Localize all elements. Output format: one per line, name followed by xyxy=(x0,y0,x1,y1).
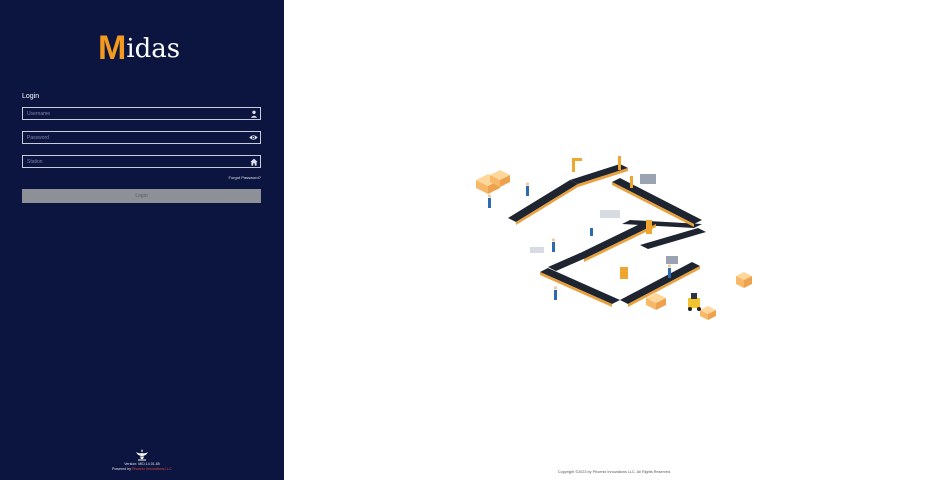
home-icon xyxy=(248,156,259,167)
forgot-password-link[interactable]: Forgot Password? xyxy=(200,175,261,180)
logo-initial: M xyxy=(98,29,126,67)
left-footer: Version: MID.14.01.85 Powered by Phoenix… xyxy=(0,448,284,472)
station-input[interactable] xyxy=(23,156,248,167)
login-button[interactable]: Login xyxy=(22,189,261,203)
factory-illustration xyxy=(470,150,760,330)
username-field[interactable] xyxy=(22,107,261,120)
user-icon xyxy=(248,108,259,119)
powered-by-text: Powered by Phoenix Innovations LLC xyxy=(0,467,284,472)
password-input[interactable] xyxy=(23,132,248,143)
username-input[interactable] xyxy=(23,108,248,119)
copyright-text: Copyright ©2023 by Phoenix Innovations L… xyxy=(557,470,672,474)
password-field[interactable] xyxy=(22,131,261,144)
logo-text: idas xyxy=(126,34,181,64)
station-field[interactable] xyxy=(22,155,261,168)
phoenix-emblem-icon xyxy=(135,448,149,461)
powered-company-link[interactable]: Phoenix Innovations LLC xyxy=(132,467,172,471)
midas-logo: Midas xyxy=(98,29,181,67)
login-panel: Midas Login Forgot Password? Login xyxy=(0,0,284,480)
eye-icon[interactable] xyxy=(248,132,259,143)
login-heading: Login xyxy=(22,93,40,100)
powered-prefix: Powered by xyxy=(112,467,131,471)
